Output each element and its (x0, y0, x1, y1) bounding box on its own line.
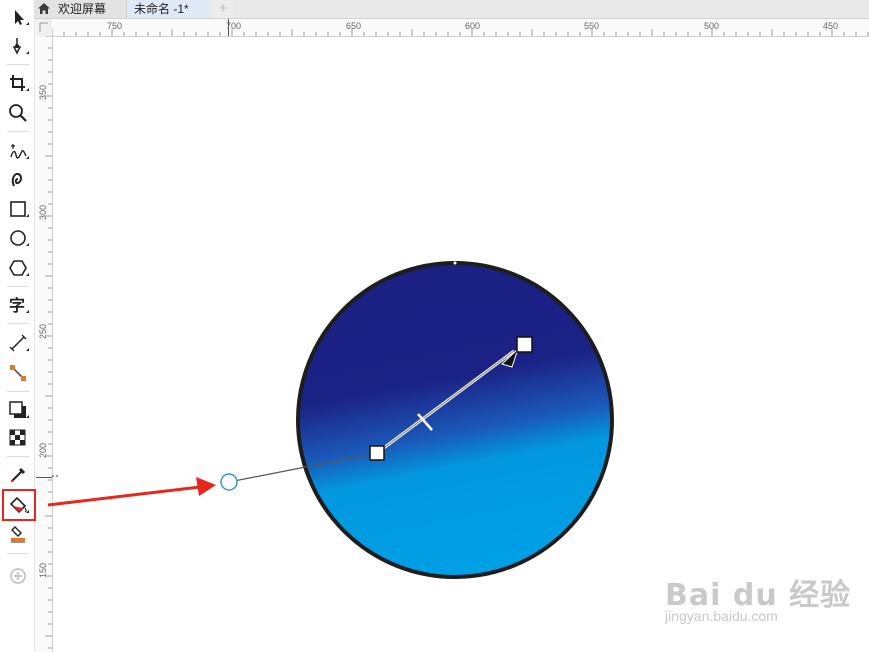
baidu-jingyan-watermark: Bai du 经验 jingyan.baidu.com (665, 570, 851, 624)
watermark-url: jingyan.baidu.com (665, 608, 778, 624)
annotation-arrow-shaft (47, 485, 201, 507)
gradient-end-node[interactable] (516, 336, 533, 353)
annotation-arrow-head (196, 477, 216, 496)
gradient-handle-node[interactable] (220, 473, 238, 491)
drawing-canvas[interactable] (0, 0, 869, 652)
gradient-start-node[interactable] (369, 445, 385, 461)
circle-top-node (453, 261, 457, 265)
gradient-filled-circle[interactable] (232, 219, 690, 629)
